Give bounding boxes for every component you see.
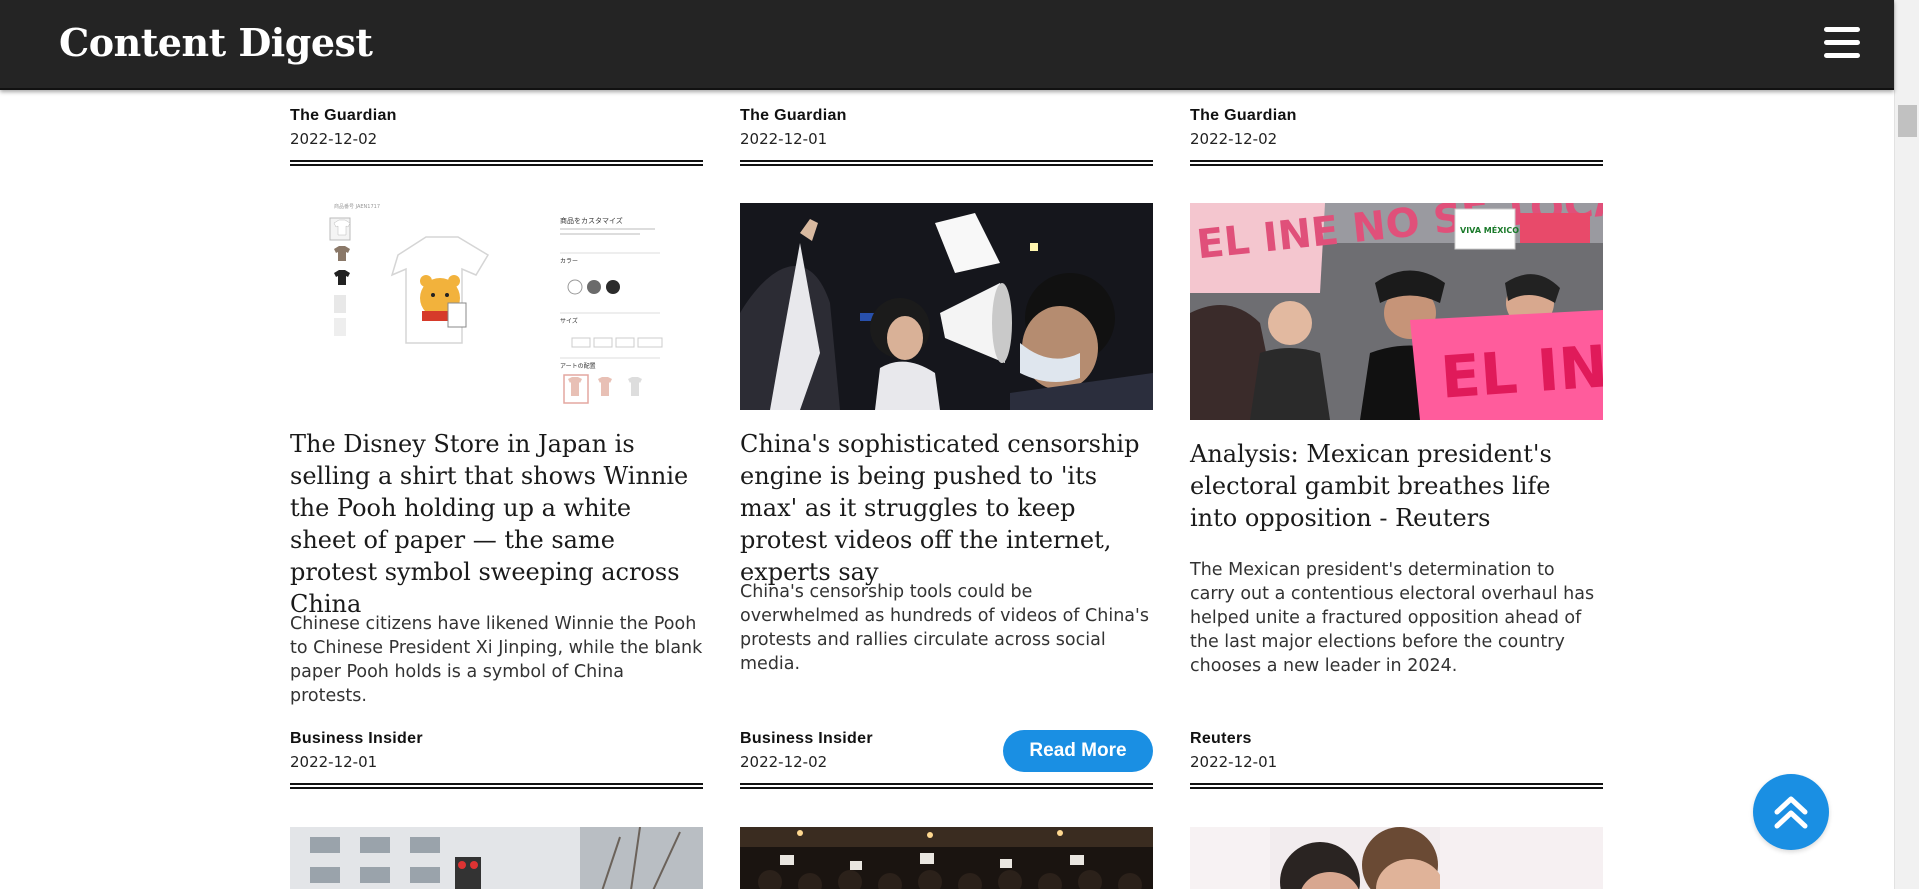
article-date: 2022-12-02 — [740, 753, 828, 771]
article-meta: The Guardian 2022-12-01 — [740, 90, 1153, 162]
article-source: Reuters — [1190, 730, 1252, 747]
page-scrollbar[interactable] — [1894, 0, 1919, 889]
article-date: 2022-12-02 — [290, 130, 378, 148]
divider — [740, 160, 1153, 166]
article-title[interactable]: China's sophisticated censorship engine … — [740, 428, 1153, 588]
double-chevron-up-icon — [1774, 796, 1808, 829]
divider — [290, 783, 703, 789]
article-column-1: The Guardian 2022-12-02 商品番号 JAEN1717 商品… — [290, 90, 703, 889]
article-title[interactable]: The Disney Store in Japan is selling a s… — [290, 428, 703, 620]
size-option-label: サイズ — [560, 317, 578, 325]
article-date: 2022-12-02 — [1190, 130, 1278, 148]
scroll-to-top-button[interactable] — [1753, 774, 1829, 850]
article-column-3: The Guardian 2022-12-02 EL INE NO SE TOC… — [1190, 90, 1603, 889]
article-source: The Guardian — [290, 107, 397, 124]
article-meta: The Guardian 2022-12-02 — [290, 90, 703, 162]
article-source: The Guardian — [740, 107, 847, 124]
article-date: 2022-12-01 — [290, 753, 378, 771]
customize-heading: 商品をカスタマイズ — [560, 216, 623, 225]
article-thumbnail[interactable] — [1190, 827, 1603, 889]
article-source: The Guardian — [1190, 107, 1297, 124]
site-header: Content Digest — [0, 0, 1894, 90]
divider — [1190, 160, 1603, 166]
article-thumbnail[interactable] — [740, 203, 1153, 410]
article-column-2: The Guardian 2022-12-01 China's sophisti… — [740, 90, 1153, 889]
article-thumbnail[interactable] — [740, 827, 1153, 889]
scrollbar-thumb[interactable] — [1898, 105, 1917, 137]
article-title[interactable]: Analysis: Mexican president's electoral … — [1190, 438, 1603, 534]
article-meta: The Guardian 2022-12-02 — [1190, 90, 1603, 162]
hamburger-menu-icon[interactable] — [1824, 27, 1860, 59]
article-grid: The Guardian 2022-12-02 商品番号 JAEN1717 商品… — [290, 90, 1605, 889]
art-placement-label: アートの配置 — [560, 363, 596, 370]
site-title[interactable]: Content Digest — [59, 20, 373, 65]
divider — [290, 160, 703, 166]
article-thumbnail[interactable]: 商品番号 JAEN1717 商品をカスタマイズ カラー サイズ アートの配置 — [290, 203, 703, 413]
article-source: Business Insider — [740, 730, 873, 747]
article-source: Business Insider — [290, 730, 423, 747]
svg-text:商品番号 JAEN1717: 商品番号 JAEN1717 — [334, 203, 380, 210]
divider — [1190, 783, 1603, 789]
article-date: 2022-12-01 — [740, 130, 828, 148]
color-option-label: カラー — [560, 258, 578, 265]
article-thumbnail[interactable] — [290, 827, 703, 889]
article-description: China's censorship tools could be overwh… — [740, 582, 1149, 674]
divider — [740, 783, 1153, 789]
read-more-button[interactable]: Read More — [1003, 730, 1153, 772]
article-thumbnail[interactable]: EL INE NO SE TOCA VIVA MÉXICO EL INE — [1190, 203, 1603, 420]
protest-sign-text-2: VIVA MÉXICO — [1460, 224, 1519, 235]
protest-sign-text-3: EL INE — [1438, 330, 1603, 412]
article-date: 2022-12-01 — [1190, 753, 1278, 771]
article-description: The Mexican president's determination to… — [1190, 560, 1595, 676]
article-description: Chinese citizens have likened Winnie the… — [290, 614, 703, 706]
